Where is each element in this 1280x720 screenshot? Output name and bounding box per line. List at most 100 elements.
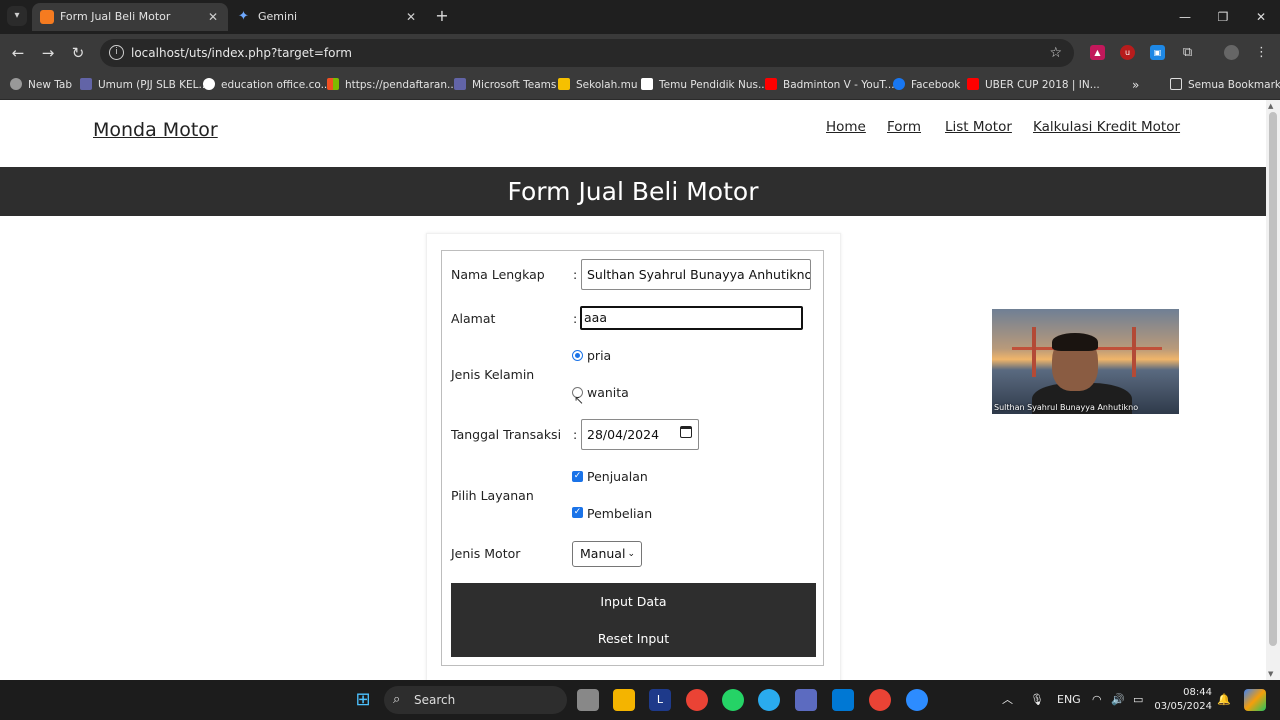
volume-icon[interactable]: 🔊 xyxy=(1111,680,1125,720)
bookmark-item[interactable]: https://pendaftaran... xyxy=(327,72,457,98)
restore-icon[interactable]: ❐ xyxy=(1204,0,1242,34)
more-menu-icon[interactable]: ⋮ xyxy=(1254,45,1269,60)
address-bar[interactable]: i localhost/uts/index.php?target=form ☆ xyxy=(100,39,1074,67)
close-tab-icon[interactable]: ✕ xyxy=(208,3,218,31)
windows-taskbar: ⊞ ⌕ Search L ︿ 🎙 ENG ◠ 🔊 ▭ 08:44 03/05/2… xyxy=(0,680,1280,720)
calendar-icon[interactable] xyxy=(680,426,692,438)
app-l-icon[interactable]: L xyxy=(649,689,671,711)
new-tab-button[interactable]: + xyxy=(432,4,452,28)
sekolahmu-icon xyxy=(558,78,570,90)
task-view-icon[interactable] xyxy=(577,689,599,711)
language-indicator[interactable]: ENG xyxy=(1057,680,1081,720)
tab-form-jual-beli[interactable]: Form Jual Beli Motor ✕ xyxy=(32,3,228,31)
reload-icon[interactable]: ↻ xyxy=(66,41,90,65)
forward-arrow-icon[interactable]: → xyxy=(36,41,60,65)
zoom-icon[interactable] xyxy=(906,689,928,711)
telegram-icon[interactable] xyxy=(758,689,780,711)
checkbox-penjualan[interactable]: ✓ xyxy=(572,471,583,482)
input-data-button[interactable]: Input Data xyxy=(451,583,816,620)
ublock-icon[interactable]: u xyxy=(1120,45,1135,60)
alamat-label: Alamat xyxy=(451,311,496,326)
nama-lengkap-input[interactable]: Sulthan Syahrul Bunayya Anhutikno a xyxy=(581,259,811,290)
bookmark-item[interactable]: Temu Pendidik Nus... xyxy=(641,72,768,98)
alamat-input[interactable]: aaa xyxy=(580,306,803,330)
nav-kalkulasi-kredit[interactable]: Kalkulasi Kredit Motor xyxy=(1033,119,1180,135)
bookmark-item[interactable]: Facebook xyxy=(893,72,960,98)
scroll-down-icon[interactable]: ▼ xyxy=(1268,670,1273,678)
tanggal-transaksi-input[interactable]: 28/04/2024 xyxy=(581,419,699,450)
vscode-icon[interactable] xyxy=(832,689,854,711)
tray-overflow-icon[interactable]: ︿ xyxy=(1002,680,1013,720)
url-text[interactable]: localhost/uts/index.php?target=form xyxy=(131,39,352,67)
radio-pria-label[interactable]: pria xyxy=(587,348,611,363)
bookmark-item[interactable]: UBER CUP 2018 | IN... xyxy=(967,72,1100,98)
form-buttons: Input Data Reset Input xyxy=(451,583,816,657)
battery-icon[interactable]: ▭ xyxy=(1133,680,1143,720)
radio-wanita-label[interactable]: wanita xyxy=(587,385,629,400)
nav-form[interactable]: Form xyxy=(887,119,921,135)
taskbar-search[interactable]: ⌕ Search xyxy=(384,686,567,714)
bookmark-item[interactable]: Badminton V - YouT... xyxy=(765,72,895,98)
extensions-puzzle-icon[interactable]: ⧉ xyxy=(1180,45,1195,60)
checkbox-pembelian[interactable]: ✓ xyxy=(572,507,583,518)
windows-start-icon[interactable]: ⊞ xyxy=(352,689,374,711)
checkbox-penjualan-label[interactable]: Penjualan xyxy=(587,469,648,484)
google-icon xyxy=(203,78,215,90)
reset-input-button[interactable]: Reset Input xyxy=(451,620,816,657)
bookmark-item[interactable]: Umum (PJJ SLB KEL... xyxy=(80,72,209,98)
profile-avatar-icon[interactable] xyxy=(1224,45,1239,60)
close-tab-icon[interactable]: ✕ xyxy=(406,3,416,31)
colon-separator: : xyxy=(573,427,578,442)
chrome-icon[interactable] xyxy=(686,689,708,711)
browser-toolbar: ← → ↻ i localhost/uts/index.php?target=f… xyxy=(0,34,1280,72)
nav-list-motor[interactable]: List Motor xyxy=(945,119,1012,135)
site-info-icon[interactable]: i xyxy=(109,45,124,60)
radio-pria[interactable] xyxy=(572,350,583,361)
scrollbar-thumb[interactable] xyxy=(1269,112,1277,646)
bookmark-item[interactable]: education office.co... xyxy=(203,72,331,98)
bookmark-star-icon[interactable]: ☆ xyxy=(1049,39,1062,67)
colon-separator: : xyxy=(573,267,578,282)
file-explorer-icon[interactable] xyxy=(613,689,635,711)
jenis-motor-select[interactable]: Manual ⌄ xyxy=(572,541,642,567)
bookmark-item[interactable]: New Tab xyxy=(10,72,72,98)
facebook-icon xyxy=(893,78,905,90)
checkbox-pembelian-label[interactable]: Pembelian xyxy=(587,506,652,521)
page-title-banner: Form Jual Beli Motor xyxy=(0,167,1266,216)
system-clock[interactable]: 08:44 03/05/2024 xyxy=(1152,686,1212,714)
whatsapp-icon[interactable] xyxy=(722,689,744,711)
teams-icon xyxy=(454,78,466,90)
bridge-tower xyxy=(1032,327,1036,377)
copilot-icon[interactable] xyxy=(1244,689,1266,711)
network-app-icon[interactable] xyxy=(795,689,817,711)
scroll-up-icon[interactable]: ▲ xyxy=(1268,102,1273,110)
wifi-icon[interactable]: ◠ xyxy=(1092,680,1102,720)
windows-logo-icon xyxy=(327,78,339,90)
tab-gemini[interactable]: ✦ Gemini ✕ xyxy=(230,3,426,31)
minimize-icon[interactable]: — xyxy=(1166,0,1204,34)
pilih-layanan-label: Pilih Layanan xyxy=(451,488,534,503)
microphone-icon[interactable]: 🎙 xyxy=(1030,680,1044,720)
youtube-icon xyxy=(765,78,777,90)
jenis-motor-label: Jenis Motor xyxy=(451,546,521,561)
tab-search-button[interactable]: ▾ xyxy=(7,6,27,26)
person-hair xyxy=(1052,333,1098,351)
clock-time: 08:44 xyxy=(1183,687,1212,698)
extension-icon[interactable]: ▲ xyxy=(1090,45,1105,60)
brand-link[interactable]: Monda Motor xyxy=(93,119,218,141)
extension-icon[interactable]: ▣ xyxy=(1150,45,1165,60)
page-scrollbar[interactable]: ▲ ▼ xyxy=(1266,100,1280,680)
more-bookmarks-icon[interactable]: » xyxy=(1132,72,1139,98)
colon-separator: : xyxy=(573,311,578,326)
back-arrow-icon[interactable]: ← xyxy=(6,41,30,65)
chevron-down-icon: ⌄ xyxy=(627,549,635,559)
bookmark-folder[interactable]: Semua Bookmark xyxy=(1170,72,1280,98)
clock-date: 03/05/2024 xyxy=(1154,701,1212,712)
bookmark-item[interactable]: Sekolah.mu xyxy=(558,72,637,98)
notification-bell-icon[interactable]: 🔔 xyxy=(1217,680,1231,720)
bookmark-item[interactable]: Microsoft Teams xyxy=(454,72,556,98)
chrome-active-icon[interactable] xyxy=(869,689,891,711)
nav-home[interactable]: Home xyxy=(826,119,866,135)
close-window-icon[interactable]: ✕ xyxy=(1242,0,1280,34)
folder-icon xyxy=(1170,78,1182,90)
